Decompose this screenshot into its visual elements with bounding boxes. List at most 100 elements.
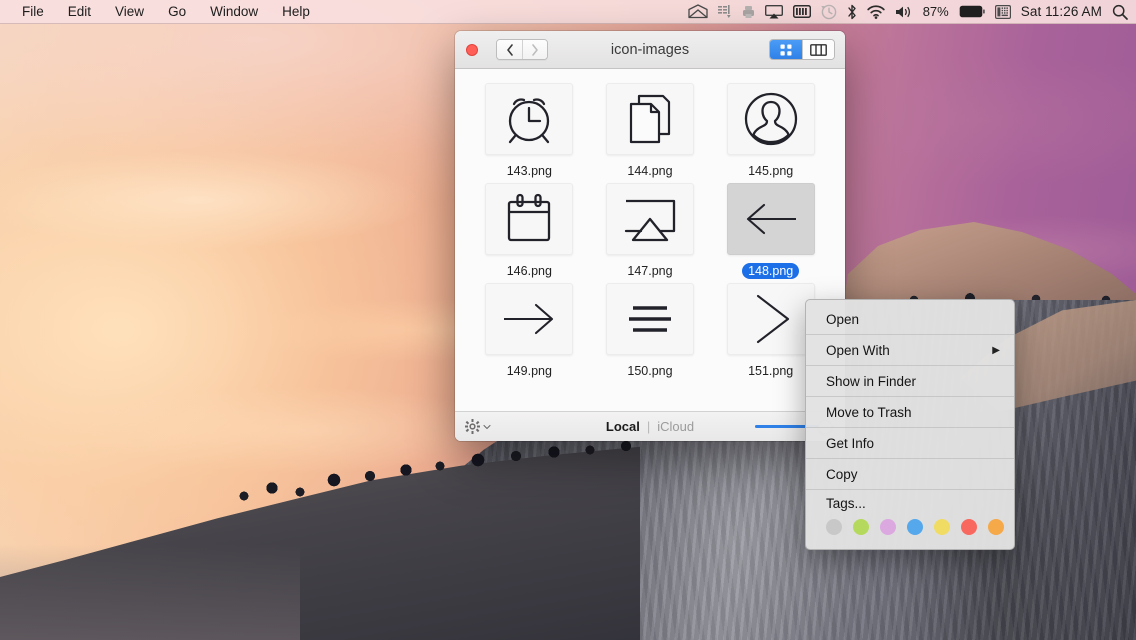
file-name: 144.png: [627, 164, 673, 178]
file-item[interactable]: 145.png: [710, 79, 831, 179]
search-icon[interactable]: [1112, 1, 1128, 23]
alarm-clock-icon: [498, 88, 560, 150]
desktop: File Edit View Go Window Help 87% Sat 11…: [0, 0, 1136, 640]
menu-item-window[interactable]: Window: [198, 1, 270, 23]
context-menu-item-get-info[interactable]: Get Info: [806, 428, 1014, 459]
file-thumbnail: [726, 83, 815, 155]
file-grid: 143.png 144.png 145.png 146.png 147.png …: [455, 69, 845, 411]
context-menu-item-move-to-trash[interactable]: Move to Trash: [806, 397, 1014, 428]
context-menu-item-open[interactable]: Open: [806, 304, 1014, 335]
finder-statusbar: Local | iCloud: [455, 411, 845, 441]
view-mode-toggle: [769, 39, 835, 60]
location-local-tab[interactable]: Local: [599, 419, 647, 434]
file-item[interactable]: 150.png: [590, 279, 711, 379]
volume-icon[interactable]: [895, 1, 913, 23]
file-thumbnail: [485, 83, 574, 155]
user-profile-icon: [740, 88, 802, 150]
menu-item-file[interactable]: File: [10, 1, 56, 23]
file-item[interactable]: 144.png: [590, 79, 711, 179]
battery-icon[interactable]: [959, 1, 985, 23]
printer-icon[interactable]: [742, 1, 755, 23]
tag-color-dot-4[interactable]: [934, 519, 950, 535]
menu-item-edit[interactable]: Edit: [56, 1, 103, 23]
copy-documents-icon: [619, 88, 681, 150]
forward-button[interactable]: [522, 40, 547, 59]
airplay-icon[interactable]: [764, 1, 783, 23]
file-item[interactable]: 149.png: [469, 279, 590, 379]
context-menu-label: Open With: [826, 342, 890, 358]
tag-color-dot-6[interactable]: [988, 519, 1004, 535]
context-menu-item-show-in-finder[interactable]: Show in Finder: [806, 366, 1014, 397]
back-button[interactable]: [497, 40, 522, 59]
tag-color-dot-0[interactable]: [826, 519, 842, 535]
file-name: 145.png: [748, 164, 794, 178]
wallpaper-conifers: [230, 432, 650, 522]
submenu-arrow-icon: ▶: [992, 344, 1000, 356]
calendar-icon: [498, 188, 560, 250]
dropbox-icon[interactable]: [717, 1, 732, 23]
menu-bar-clock[interactable]: Sat 11:26 AM: [1021, 4, 1102, 19]
file-thumbnail: [605, 83, 694, 155]
context-menu-item-open-with[interactable]: Open With ▶: [806, 335, 1014, 366]
context-menu: Open Open With ▶ Show in Finder Move to …: [805, 299, 1015, 550]
location-icloud-tab[interactable]: iCloud: [650, 419, 701, 434]
finder-window: icon-images 143.png 144.png 145.png 146.…: [455, 31, 845, 441]
airplay-icon: [619, 188, 681, 250]
menu-bar-app-menus: File Edit View Go Window Help: [0, 1, 322, 23]
file-thumbnail: [605, 283, 694, 355]
tag-color-dot-1[interactable]: [853, 519, 869, 535]
menu-bar-status-items: 87% Sat 11:26 AM: [688, 1, 1136, 23]
tag-color-dot-5[interactable]: [961, 519, 977, 535]
hamburger-menu-icon: [619, 288, 681, 350]
arrow-left-icon: [740, 188, 802, 250]
file-name: 151.png: [748, 364, 794, 378]
file-item[interactable]: 146.png: [469, 179, 590, 279]
file-name: 143.png: [506, 164, 552, 178]
tag-color-swatches: [826, 519, 1014, 549]
context-menu-label: Open: [826, 311, 860, 327]
context-menu-label: Get Info: [826, 435, 875, 451]
arrow-right-icon: [498, 288, 560, 350]
location-divider: |: [646, 419, 651, 434]
file-thumbnail: [726, 183, 815, 255]
file-name: 147.png: [627, 264, 673, 278]
context-menu-label: Copy: [826, 466, 858, 482]
battery-meter-icon[interactable]: [792, 1, 811, 23]
chevron-right-icon: [740, 288, 802, 350]
menu-item-go[interactable]: Go: [156, 1, 198, 23]
menu-bar: File Edit View Go Window Help 87% Sat 11…: [0, 0, 1136, 24]
menu-item-view[interactable]: View: [103, 1, 156, 23]
tag-color-dot-3[interactable]: [907, 519, 923, 535]
mail-envelope-icon[interactable]: [688, 1, 708, 23]
gear-action-icon[interactable]: [465, 419, 491, 434]
bluetooth-icon[interactable]: [847, 1, 857, 23]
file-name: 149.png: [506, 364, 552, 378]
wifi-icon[interactable]: [867, 1, 885, 23]
context-menu-label: Move to Trash: [826, 404, 912, 420]
file-item[interactable]: 143.png: [469, 79, 590, 179]
file-thumbnail: [726, 283, 815, 355]
tag-color-dot-2[interactable]: [880, 519, 896, 535]
file-name: 150.png: [627, 364, 673, 378]
file-name: 146.png: [506, 264, 552, 278]
time-machine-icon[interactable]: [820, 1, 837, 23]
keyboard-input-icon[interactable]: [994, 1, 1011, 23]
navigation-buttons: [496, 39, 548, 60]
file-name: 148.png: [742, 263, 800, 279]
context-menu-tags-section: Tags...: [806, 490, 1014, 549]
battery-percent-label: 87%: [922, 4, 949, 19]
context-menu-item-copy[interactable]: Copy: [806, 459, 1014, 490]
menu-item-help[interactable]: Help: [270, 1, 322, 23]
file-thumbnail: [605, 183, 694, 255]
column-view-button[interactable]: [802, 40, 834, 59]
wallpaper-haze: [0, 520, 300, 640]
icon-view-button[interactable]: [770, 40, 802, 59]
context-menu-label: Show in Finder: [826, 373, 917, 389]
close-window-button[interactable]: [466, 43, 478, 56]
file-item[interactable]: 147.png: [590, 179, 711, 279]
file-item-selected[interactable]: 148.png: [710, 179, 831, 279]
file-thumbnail: [485, 283, 574, 355]
tags-label[interactable]: Tags...: [826, 496, 1014, 511]
finder-titlebar[interactable]: icon-images: [455, 31, 845, 69]
file-thumbnail: [485, 183, 574, 255]
